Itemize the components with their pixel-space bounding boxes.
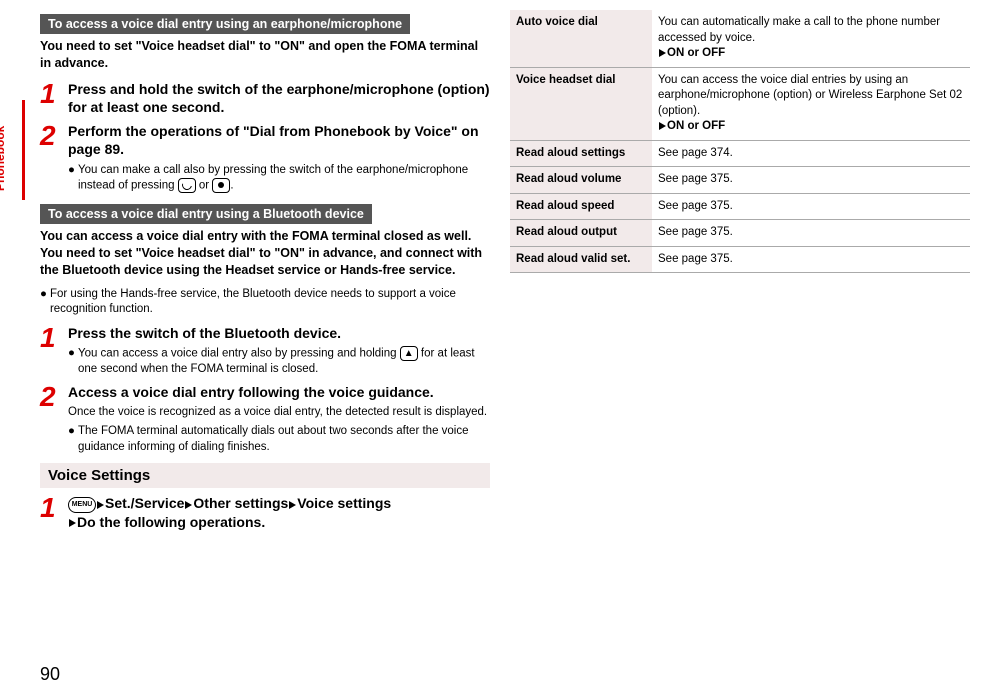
setting-desc: See page 375. <box>652 220 970 247</box>
setting-label: Read aloud settings <box>510 140 652 167</box>
section-header-bluetooth: To access a voice dial entry using a Blu… <box>40 204 372 224</box>
step-title: Press the switch of the Bluetooth device… <box>68 324 490 342</box>
center-key-icon <box>212 178 230 193</box>
arrow-icon <box>185 501 192 509</box>
step-desc: Once the voice is recognized as a voice … <box>68 405 490 421</box>
arrow-icon <box>659 122 666 130</box>
sidebar-label: Phonebook <box>0 147 7 191</box>
table-row: Read aloud volume See page 375. <box>510 167 970 194</box>
step-2-bluetooth: 2 Access a voice dial entry following th… <box>40 383 490 455</box>
setting-label: Read aloud output <box>510 220 652 247</box>
left-column: To access a voice dial entry using an ea… <box>40 10 490 537</box>
bullet-text: You can access a voice dial entry also b… <box>78 346 490 378</box>
setting-desc: You can automatically make a call to the… <box>652 10 970 67</box>
step-title: Perform the operations of "Dial from Pho… <box>68 122 490 158</box>
step-2-earphone: 2 Perform the operations of "Dial from P… <box>40 122 490 194</box>
arrow-icon <box>69 519 76 527</box>
setting-desc: You can access the voice dial entries by… <box>652 67 970 140</box>
setting-desc: See page 375. <box>652 193 970 220</box>
setting-label: Read aloud speed <box>510 193 652 220</box>
voice-settings-header: Voice Settings <box>40 463 490 488</box>
setting-label: Read aloud volume <box>510 167 652 194</box>
call-key-icon <box>178 178 196 193</box>
arrow-icon <box>659 49 666 57</box>
intro-text-bluetooth: You can access a voice dial entry with t… <box>40 228 490 279</box>
table-row: Read aloud settings See page 374. <box>510 140 970 167</box>
setting-desc: See page 375. <box>652 167 970 194</box>
step-number: 1 <box>40 324 60 352</box>
setting-label: Voice headset dial <box>510 67 652 140</box>
right-column: Auto voice dial You can automatically ma… <box>510 10 970 537</box>
table-row: Voice headset dial You can access the vo… <box>510 67 970 140</box>
table-row: Read aloud speed See page 375. <box>510 193 970 220</box>
table-row: Auto voice dial You can automatically ma… <box>510 10 970 67</box>
step-title: Press and hold the switch of the earphon… <box>68 80 490 116</box>
bullet-icon: ● <box>68 163 75 195</box>
up-key-icon: ▲ <box>400 346 418 361</box>
setting-label: Auto voice dial <box>510 10 652 67</box>
bullet-text: The FOMA terminal automatically dials ou… <box>78 424 490 455</box>
step-title: Access a voice dial entry following the … <box>68 383 490 401</box>
step-number: 2 <box>40 383 60 411</box>
page-number: 90 <box>40 664 60 685</box>
step-1-voice-settings: 1 MENUSet./ServiceOther settingsVoice se… <box>40 494 490 530</box>
bullet-icon: ● <box>68 424 75 455</box>
settings-table: Auto voice dial You can automatically ma… <box>510 10 970 273</box>
menu-key-icon: MENU <box>68 497 96 513</box>
step-number: 1 <box>40 494 60 522</box>
step-1-bluetooth: 1 Press the switch of the Bluetooth devi… <box>40 324 490 378</box>
step-number: 1 <box>40 80 60 108</box>
arrow-icon <box>289 501 296 509</box>
step-1-earphone: 1 Press and hold the switch of the earph… <box>40 80 490 116</box>
setting-label: Read aloud valid set. <box>510 246 652 273</box>
step-number: 2 <box>40 122 60 150</box>
intro-text-earphone: You need to set "Voice headset dial" to … <box>40 38 490 72</box>
bullet-icon: ● <box>68 346 75 378</box>
sidebar-tab: Phonebook <box>0 100 25 200</box>
note-text: For using the Hands-free service, the Bl… <box>50 287 490 318</box>
step-title: MENUSet./ServiceOther settingsVoice sett… <box>68 494 490 530</box>
bullet-text: You can make a call also by pressing the… <box>78 163 490 195</box>
setting-desc: See page 375. <box>652 246 970 273</box>
arrow-icon <box>97 501 104 509</box>
table-row: Read aloud valid set. See page 375. <box>510 246 970 273</box>
setting-desc: See page 374. <box>652 140 970 167</box>
section-header-earphone: To access a voice dial entry using an ea… <box>40 14 410 34</box>
table-row: Read aloud output See page 375. <box>510 220 970 247</box>
bullet-icon: ● <box>40 287 47 318</box>
